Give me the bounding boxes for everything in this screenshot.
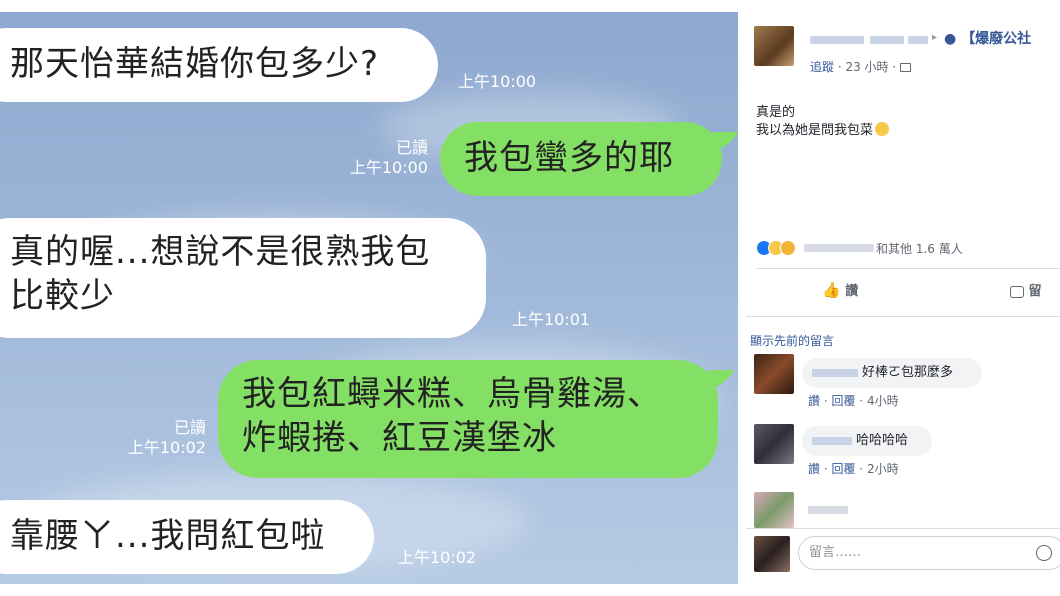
message-text-line: 炸蝦捲、紅豆漢堡冰	[242, 418, 557, 458]
blurred-reactor-names	[804, 244, 874, 252]
message-timestamp: 上午10:00	[458, 72, 537, 91]
read-receipt: 已讀 上午10:02	[100, 418, 206, 458]
message-timestamp: 上午10:01	[512, 310, 591, 329]
commenter-avatar[interactable]	[754, 354, 794, 394]
comment-input[interactable]: 留言……	[798, 536, 1060, 570]
comment-like-link[interactable]: 讚	[808, 462, 820, 476]
post-body-line: 真是的	[756, 105, 796, 120]
like-button-label: 讚	[845, 284, 859, 299]
comment-actions: 讚 · 回覆 · 4小時	[808, 394, 899, 408]
post-body: 真是的 我以為她是問我包菜	[756, 104, 890, 140]
post-meta: 追蹤 · 23 小時 ·	[810, 58, 911, 75]
comment-button-label: 留	[1028, 284, 1042, 299]
commenter-avatar[interactable]	[754, 492, 794, 528]
incoming-message-bubble[interactable]: 靠腰ㄚ...我問紅包啦	[0, 500, 374, 574]
read-label: 已讀	[173, 418, 206, 437]
message-timestamp: 上午10:02	[127, 438, 206, 457]
incoming-message-bubble[interactable]: 真的喔...想說不是很熟我包 比較少	[0, 218, 486, 338]
blurred-poster-name	[810, 36, 864, 44]
divider	[746, 528, 1060, 529]
outgoing-message-bubble[interactable]: 我包紅蟳米糕、烏骨雞湯、 炸蝦捲、紅豆漢堡冰	[218, 360, 718, 478]
comment-bubble: 好棒ㄛ包那麼多	[802, 358, 982, 388]
message-text: 那天怡華結婚你包多少?	[10, 44, 380, 84]
current-user-avatar	[754, 536, 790, 572]
commenter-avatar[interactable]	[754, 424, 794, 464]
blurred-commenter-name	[808, 506, 848, 514]
emoji-picker-icon[interactable]	[1036, 545, 1052, 561]
comment-time: 2小時	[866, 462, 899, 476]
follow-link[interactable]: 追蹤	[810, 60, 834, 74]
reaction-summary[interactable]: 和其他 1.6 萬人	[876, 240, 963, 257]
privacy-icon	[900, 63, 911, 72]
message-text-line: 比較少	[10, 276, 115, 316]
read-receipt: 已讀 上午10:00	[320, 138, 428, 178]
message-text: 靠腰ㄚ...我問紅包啦	[10, 516, 326, 556]
message-text-line: 我包紅蟳米糕、烏骨雞湯、	[242, 374, 662, 414]
show-previous-comments-link[interactable]: 顯示先前的留言	[750, 332, 834, 349]
post-body-line: 我以為她是問我包菜	[756, 123, 874, 138]
page-name-link[interactable]: ● 【爆廢公社	[944, 28, 1031, 48]
message-timestamp: 上午10:00	[349, 158, 428, 177]
blurred-poster-name	[870, 36, 904, 44]
confused-face-icon	[875, 122, 890, 136]
comment-reply-link[interactable]: 回覆	[831, 462, 855, 476]
divider	[746, 316, 1060, 317]
comment-text: 哈哈哈哈	[856, 433, 909, 448]
outgoing-message-bubble[interactable]: 我包蠻多的耶	[440, 122, 722, 196]
read-label: 已讀	[395, 138, 428, 157]
comment-time: 4小時	[866, 394, 899, 408]
message-text: 我包蠻多的耶	[464, 138, 674, 178]
comment-like-link[interactable]: 讚	[808, 394, 820, 408]
poster-avatar[interactable]	[754, 26, 794, 66]
comment-input-placeholder: 留言……	[809, 545, 862, 560]
comment-button[interactable]: 留	[1010, 280, 1042, 299]
thumbs-up-icon: 👍	[822, 281, 841, 299]
comment-actions: 讚 · 回覆 · 2小時	[808, 462, 899, 476]
incoming-message-bubble[interactable]: 那天怡華結婚你包多少?	[0, 28, 438, 102]
message-text-line: 真的喔...想說不是很熟我包	[10, 232, 431, 272]
wow-reaction-icon	[780, 240, 796, 256]
blurred-commenter-name	[812, 436, 852, 445]
speech-bubble-icon	[1010, 285, 1024, 298]
comment-bubble: 哈哈哈哈	[802, 426, 932, 456]
divider	[756, 268, 1060, 269]
comment-reply-link[interactable]: 回覆	[831, 394, 855, 408]
line-chat-panel: 那天怡華結婚你包多少? 上午10:00 已讀 上午10:00 我包蠻多的耶 真的…	[0, 12, 738, 584]
facebook-post-panel: ▸ ● 【爆廢公社 追蹤 · 23 小時 · 真是的 我以為她是問我包菜 和其他…	[746, 12, 1060, 584]
post-time: · 23 小時 ·	[834, 60, 900, 74]
comment-text: 好棒ㄛ包那麼多	[862, 365, 954, 380]
blurred-poster-name	[908, 36, 928, 44]
message-timestamp: 上午10:02	[398, 548, 477, 567]
like-button[interactable]: 👍 讚	[822, 280, 858, 299]
blurred-commenter-name	[812, 368, 858, 377]
shared-arrow-icon: ▸	[932, 32, 938, 43]
